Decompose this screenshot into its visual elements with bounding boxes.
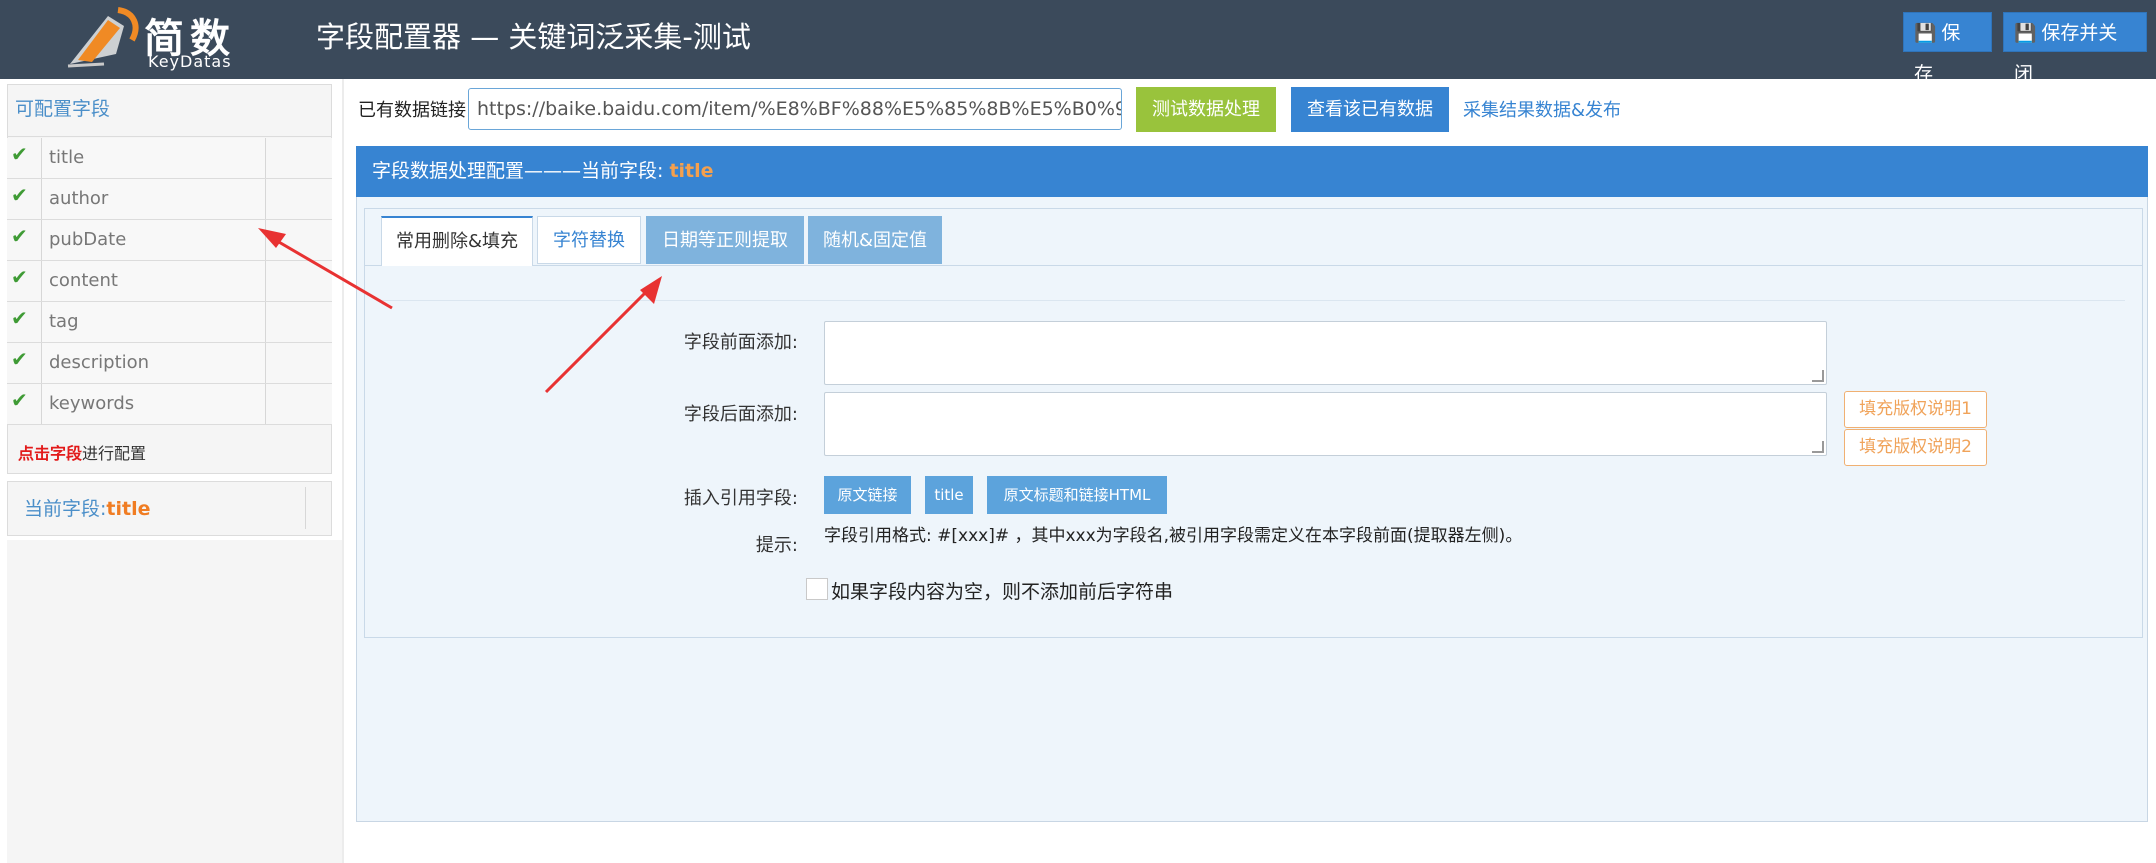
check-icon: ✔ <box>11 347 28 371</box>
sidebar-hint: 点击字段进行配置 <box>18 440 146 464</box>
configurable-fields-heading: 可配置字段 <box>7 84 332 137</box>
tip-label: 提示: <box>755 535 798 556</box>
check-icon: ✔ <box>11 183 28 207</box>
field-item-title[interactable]: ✔ title <box>7 138 332 179</box>
check-icon: ✔ <box>11 306 28 330</box>
field-item-label: description <box>41 343 266 383</box>
tip-text: 字段引用格式: #[xxx]# ，其中xxx为字段名,被引用字段需定义在本字段前… <box>824 526 1523 546</box>
save-icon: 💾 <box>2014 23 2037 44</box>
divider <box>380 300 2125 301</box>
field-processing-heading-text: 字段数据处理配置———当前字段: <box>372 160 670 182</box>
sidebar-background <box>7 540 342 863</box>
field-item-description[interactable]: ✔ description <box>7 343 332 384</box>
logo-mark-icon <box>67 7 139 68</box>
field-item-keywords[interactable]: ✔ keywords <box>7 384 332 425</box>
field-processing-current-field: title <box>669 160 714 182</box>
tab-random-fixed[interactable]: 随机&固定值 <box>808 216 942 264</box>
check-icon: ✔ <box>11 388 28 412</box>
suffix-label: 字段后面添加: <box>683 404 798 425</box>
page-title: 字段配置器 — 关键词泛采集-测试 <box>316 20 751 54</box>
field-item-label: pubDate <box>41 220 266 260</box>
insert-title-button[interactable]: title <box>925 476 973 514</box>
collect-results-publish-link[interactable]: 采集结果数据&发布 <box>1463 96 1621 122</box>
save-icon: 💾 <box>1914 23 1937 44</box>
resize-handle-icon[interactable] <box>1812 370 1824 382</box>
field-processing-heading: 字段数据处理配置———当前字段: title <box>356 146 2148 197</box>
current-field-value: title <box>106 498 151 520</box>
sidebar-divider <box>342 79 344 863</box>
field-item-label: author <box>41 179 266 219</box>
check-icon: ✔ <box>11 265 28 289</box>
resize-handle-icon[interactable] <box>1812 441 1824 453</box>
current-field-prefix: 当前字段: <box>24 498 107 520</box>
data-url-label: 已有数据链接 <box>358 100 466 121</box>
tab-bar-divider <box>365 265 2142 266</box>
field-item-content[interactable]: ✔ content <box>7 261 332 302</box>
tab-regex-extract[interactable]: 日期等正则提取 <box>646 216 804 264</box>
check-icon: ✔ <box>11 142 28 166</box>
divider <box>305 487 306 529</box>
logo: 简数 KeyDatas <box>64 4 264 74</box>
insert-source-url-button[interactable]: 原文链接 <box>824 476 911 514</box>
current-field-box: 当前字段:title <box>7 481 332 536</box>
field-item-label: content <box>41 261 266 301</box>
fill-copyright-2-button[interactable]: 填充版权说明2 <box>1844 429 1987 466</box>
save-button[interactable]: 💾 保 存 <box>1903 12 1992 85</box>
tab-common-delete-fill[interactable]: 常用删除&填充 <box>381 216 533 266</box>
field-item-author[interactable]: ✔ author <box>7 179 332 220</box>
current-field-label: 当前字段:title <box>24 494 150 521</box>
field-item-label: tag <box>41 302 266 342</box>
skip-if-empty-checkbox[interactable] <box>806 578 828 600</box>
save-and-close-button[interactable]: 💾 保存并关闭 <box>2003 12 2147 85</box>
fill-copyright-1-button[interactable]: 填充版权说明1 <box>1844 391 1987 428</box>
insert-reference-label: 插入引用字段: <box>683 488 798 509</box>
logo-text-en: KeyDatas <box>148 52 232 71</box>
insert-title-link-html-button[interactable]: 原文标题和链接HTML <box>987 476 1167 514</box>
field-item-label: keywords <box>41 384 266 424</box>
sidebar-hint-text: 进行配置 <box>82 444 147 463</box>
sidebar-hint-emphasis: 点击字段 <box>18 444 83 463</box>
view-existing-data-button[interactable]: 查看该已有数据 <box>1291 87 1449 132</box>
prefix-label: 字段前面添加: <box>683 332 798 353</box>
check-icon: ✔ <box>11 224 28 248</box>
field-item-label: title <box>41 138 266 178</box>
data-url-input[interactable]: https://baike.baidu.com/item/%E8%BF%88%E… <box>468 88 1122 130</box>
test-data-processing-button[interactable]: 测试数据处理 <box>1136 87 1276 132</box>
tab-char-replace[interactable]: 字符替换 <box>537 216 641 264</box>
suffix-textarea[interactable] <box>824 392 1827 456</box>
field-item-pubdate[interactable]: ✔ pubDate <box>7 220 332 261</box>
top-bar: 简数 KeyDatas 字段配置器 — 关键词泛采集-测试 💾 保 存 💾 保存并关… <box>0 0 2156 85</box>
field-item-tag[interactable]: ✔ tag <box>7 302 332 343</box>
prefix-textarea[interactable] <box>824 321 1827 385</box>
skip-if-empty-label: 如果字段内容为空，则不添加前后字符串 <box>831 581 1174 603</box>
